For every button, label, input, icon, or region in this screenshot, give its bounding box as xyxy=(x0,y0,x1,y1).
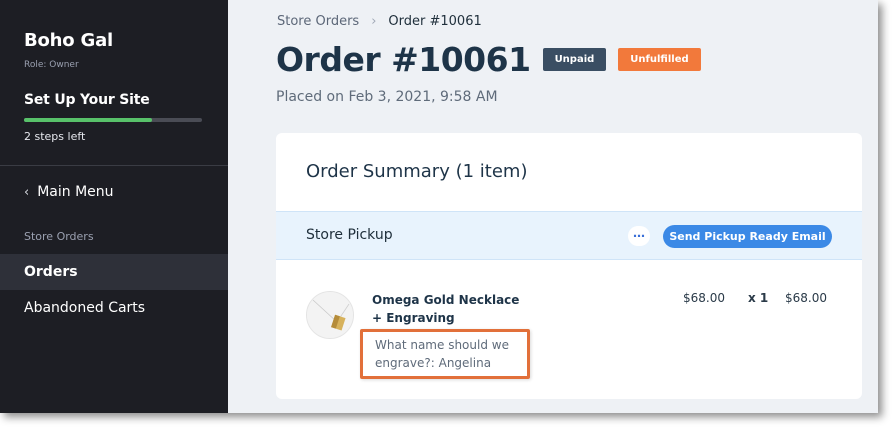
sidebar-item-abandoned-carts[interactable]: Abandoned Carts xyxy=(0,290,228,326)
sidebar: Boho Gal Role: Owner Set Up Your Site 2 … xyxy=(0,0,228,413)
necklace-image-icon xyxy=(307,292,353,338)
site-name: Boho Gal xyxy=(24,30,114,51)
fulfillment-status-badge: Unfulfilled xyxy=(618,48,701,71)
product-thumbnail[interactable] xyxy=(306,291,354,339)
app-window: Boho Gal Role: Owner Set Up Your Site 2 … xyxy=(0,0,878,413)
breadcrumb: Store Orders › Order #10061 xyxy=(277,14,482,29)
item-quantity: x 1 xyxy=(748,291,769,305)
unit-price: $68.00 xyxy=(683,291,725,305)
product-option-line: + Engraving xyxy=(372,311,455,325)
steps-left-text: 2 steps left xyxy=(24,130,86,143)
title-row: Order #10061 Unpaid Unfulfilled xyxy=(276,40,701,79)
main-content: Store Orders › Order #10061 Order #10061… xyxy=(228,0,878,413)
engraving-highlight-box: What name should we engrave?: Angelina xyxy=(360,329,530,379)
breadcrumb-current: Order #10061 xyxy=(388,14,482,29)
product-name[interactable]: Omega Gold Necklace + Engraving xyxy=(372,291,519,327)
order-summary-title: Order Summary (1 item) xyxy=(306,161,528,182)
engraving-option-text: What name should we engrave?: Angelina xyxy=(375,338,509,370)
user-role: Role: Owner xyxy=(24,60,79,70)
store-pickup-label: Store Pickup xyxy=(306,227,393,243)
more-horizontal-icon: ⋯ xyxy=(633,229,645,243)
sidebar-item-label: Orders xyxy=(24,264,78,280)
chevron-left-icon: ‹ xyxy=(24,184,30,200)
send-pickup-ready-email-button[interactable]: Send Pickup Ready Email xyxy=(663,225,832,248)
store-pickup-bar: Store Pickup ⋯ Send Pickup Ready Email xyxy=(276,211,862,260)
sidebar-item-label: Abandoned Carts xyxy=(24,300,146,316)
payment-status-badge: Unpaid xyxy=(542,48,607,71)
page-title: Order #10061 xyxy=(276,40,531,79)
product-name-line: Omega Gold Necklace xyxy=(372,293,520,307)
order-summary-card: Order Summary (1 item) Store Pickup ⋯ Se… xyxy=(276,133,862,399)
setup-progress-bar xyxy=(24,118,202,122)
more-actions-button[interactable]: ⋯ xyxy=(628,226,650,246)
item-total: $68.00 xyxy=(785,291,827,305)
main-menu-label: Main Menu xyxy=(37,184,114,200)
main-menu-link[interactable]: ‹ Main Menu xyxy=(24,184,114,200)
sidebar-item-orders[interactable]: Orders xyxy=(0,254,228,290)
sidebar-divider xyxy=(0,165,228,166)
order-date: Placed on Feb 3, 2021, 9:58 AM xyxy=(276,89,498,105)
breadcrumb-store-orders[interactable]: Store Orders xyxy=(277,14,359,29)
section-label: Store Orders xyxy=(24,230,94,243)
setup-progress-fill xyxy=(24,118,153,122)
setup-site-link[interactable]: Set Up Your Site xyxy=(24,92,150,108)
chevron-right-icon: › xyxy=(371,14,377,29)
